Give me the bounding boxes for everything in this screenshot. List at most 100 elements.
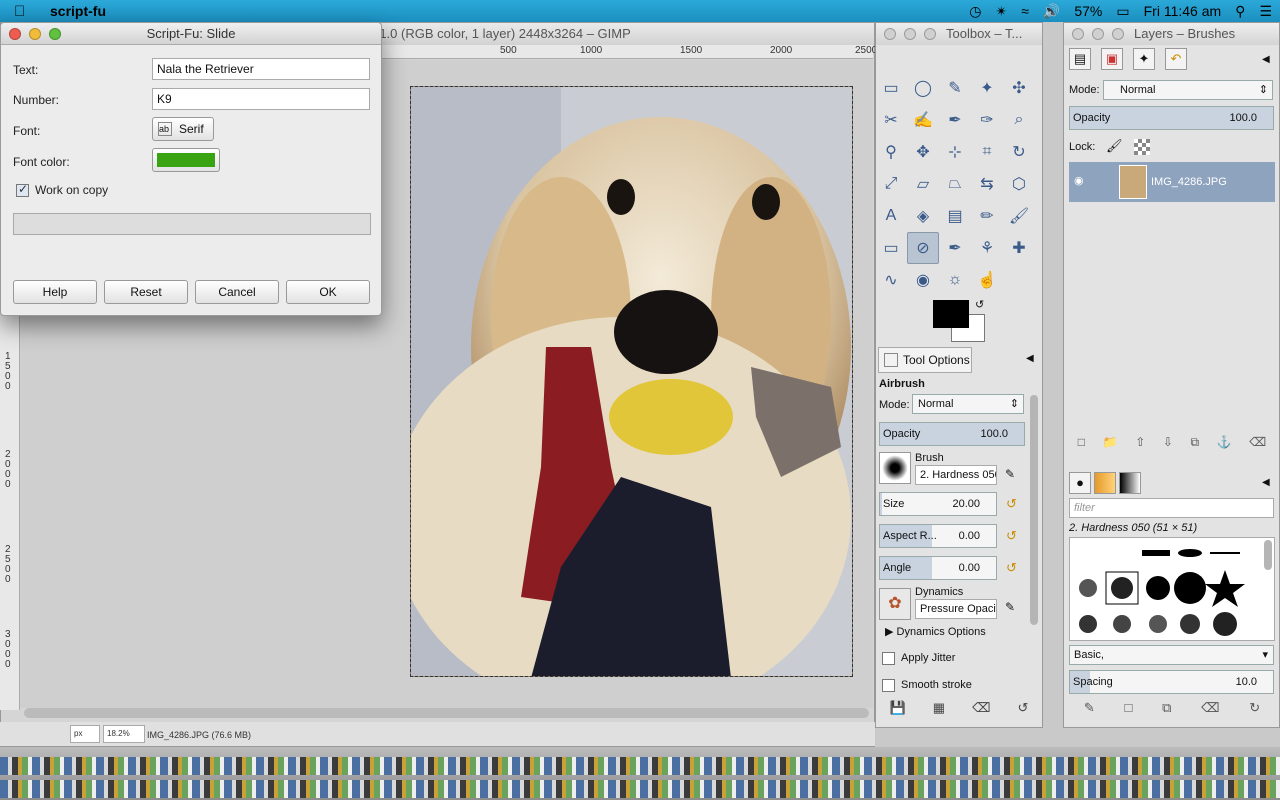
apple-icon[interactable]:  <box>14 3 36 20</box>
rect-select-tool-icon[interactable]: ▭ <box>875 72 907 104</box>
duplicate-brush-icon[interactable]: ⧉ <box>1162 700 1171 722</box>
lock-pixels-icon[interactable]: 🖌 <box>1106 138 1123 154</box>
bucket-fill-tool-icon[interactable]: ◈ <box>907 200 939 232</box>
layers-tab-icon[interactable]: ▤ <box>1069 48 1091 70</box>
angle-slider[interactable]: Angle 0.00 <box>879 556 997 580</box>
edit-brush-icon[interactable]: ✎ <box>1084 700 1095 722</box>
edit-dynamics-icon[interactable]: ✎ <box>1005 600 1015 614</box>
align-tool-icon[interactable]: ⊹ <box>939 136 971 168</box>
measure-tool-icon[interactable]: ⚲ <box>875 136 907 168</box>
brush-scrollbar[interactable] <box>1264 540 1272 570</box>
ink-tool-icon[interactable]: ✒ <box>939 232 971 264</box>
shear-tool-icon[interactable]: ▱ <box>907 168 939 200</box>
close-button[interactable] <box>9 28 21 40</box>
tool-options-scrollbar[interactable] <box>1030 395 1038 625</box>
panel-menu-icon[interactable]: ◀ <box>1026 353 1034 364</box>
brushes-tab-icon[interactable]: ● <box>1069 472 1091 494</box>
zoom-select[interactable]: 18.2% <box>103 725 145 743</box>
paths-tab-icon[interactable]: ✦ <box>1133 48 1155 70</box>
close-button[interactable] <box>1072 28 1084 40</box>
close-button[interactable] <box>884 28 896 40</box>
clone-tool-icon[interactable]: ⚘ <box>971 232 1003 264</box>
channels-tab-icon[interactable]: ▣ <box>1101 48 1123 70</box>
new-layer-icon[interactable]: □ <box>1078 435 1085 457</box>
font-button[interactable]: ab Serif <box>152 117 214 141</box>
delete-layer-icon[interactable]: ⌫ <box>1249 435 1266 457</box>
crop-tool-icon[interactable]: ⌗ <box>971 136 1003 168</box>
layer-mode-select[interactable]: Normal ⇕ <box>1103 80 1273 100</box>
save-options-icon[interactable]: 💾 <box>890 700 906 722</box>
fuzzy-select-tool-icon[interactable]: ✦ <box>971 72 1003 104</box>
patterns-tab-icon[interactable] <box>1094 472 1116 494</box>
move-tool-icon[interactable]: ✥ <box>907 136 939 168</box>
dynamics-field[interactable]: Pressure Opacit <box>915 599 997 619</box>
battery-percent[interactable]: 57% <box>1074 3 1102 19</box>
lock-alpha-icon[interactable] <box>1134 139 1150 155</box>
minimize-button[interactable] <box>29 28 41 40</box>
unit-select[interactable]: px <box>70 725 100 743</box>
brush-filter-input[interactable]: filter <box>1069 498 1274 518</box>
help-button[interactable]: Help <box>13 280 97 304</box>
layers-titlebar[interactable]: Layers – Brushes <box>1064 23 1279 45</box>
panel-menu-icon[interactable]: ◀ <box>1262 477 1270 488</box>
edit-brush-icon[interactable]: ✎ <box>1005 467 1015 481</box>
zoom-button[interactable] <box>924 28 936 40</box>
spacing-slider[interactable]: Spacing 10.0 <box>1069 670 1274 694</box>
size-slider[interactable]: Size 20.00 <box>879 492 997 516</box>
foreground-select-tool-icon[interactable]: ✍ <box>907 104 939 136</box>
free-select-tool-icon[interactable]: ✎ <box>939 72 971 104</box>
brush-set-select[interactable]: Basic, ▾ <box>1069 645 1274 665</box>
duplicate-layer-icon[interactable]: ⧉ <box>1191 435 1200 457</box>
reset-angle-icon[interactable]: ↺ <box>1006 560 1017 576</box>
zoom-button[interactable] <box>1112 28 1124 40</box>
gradients-tab-icon[interactable] <box>1119 472 1141 494</box>
delete-options-icon[interactable]: ⌫ <box>972 700 990 722</box>
pencil-tool-icon[interactable]: ✏ <box>971 200 1003 232</box>
work-on-copy-checkbox[interactable]: ✓ <box>16 182 29 197</box>
text-field[interactable]: Nala the Retriever <box>152 58 370 80</box>
dialog-titlebar[interactable]: Script-Fu: Slide <box>1 23 381 45</box>
cage-tool-icon[interactable]: ⬡ <box>1003 168 1035 200</box>
aspect-ratio-slider[interactable]: Aspect R... 0.00 <box>879 524 997 548</box>
smudge-tool-icon[interactable]: ∿ <box>875 264 907 296</box>
smudge-finger-tool-icon[interactable]: ☝ <box>971 264 1003 296</box>
scale-tool-icon[interactable]: ⤢ <box>875 168 907 200</box>
app-name-menu[interactable]: script-fu <box>50 3 106 19</box>
rotate-tool-icon[interactable]: ↻ <box>1003 136 1035 168</box>
paintbrush-tool-icon[interactable]: 🖌 <box>1003 200 1035 232</box>
notification-icon[interactable]: ☰ <box>1259 3 1272 20</box>
smooth-stroke-checkbox[interactable] <box>882 679 895 692</box>
lower-layer-icon[interactable]: ⇩ <box>1163 435 1173 457</box>
volume-icon[interactable]: 🔊 <box>1043 3 1060 20</box>
apply-jitter-checkbox[interactable] <box>882 652 895 665</box>
foreground-color-swatch[interactable] <box>933 300 969 328</box>
heal-tool-icon[interactable]: ✚ <box>1003 232 1035 264</box>
brush-field[interactable]: 2. Hardness 050 <box>915 465 997 485</box>
minimize-button[interactable] <box>904 28 916 40</box>
dynamics-options-expander[interactable]: ▶ Dynamics Options <box>885 625 986 638</box>
visibility-eye-icon[interactable]: ◉ <box>1074 174 1084 187</box>
dodge-tool-icon[interactable]: ☼ <box>939 264 971 296</box>
bluetooth-icon[interactable]: ✴ <box>996 3 1008 20</box>
ok-button[interactable]: OK <box>286 280 370 304</box>
tab-tool-options[interactable]: Tool Options <box>878 347 972 373</box>
new-layer-group-icon[interactable]: 📁 <box>1103 435 1118 457</box>
number-field[interactable]: K9 <box>152 88 370 110</box>
swap-colors-icon[interactable]: ↺ <box>975 298 984 311</box>
blend-tool-icon[interactable]: ▤ <box>939 200 971 232</box>
reset-size-icon[interactable]: ↺ <box>1006 496 1017 512</box>
new-brush-icon[interactable]: □ <box>1124 700 1132 722</box>
layer-name[interactable]: IMG_4286.JPG <box>1151 176 1227 188</box>
brush-grid[interactable] <box>1069 537 1275 641</box>
dock-apps-row[interactable] <box>0 780 1280 798</box>
zoom-button[interactable] <box>49 28 61 40</box>
paths-tool-icon[interactable]: ✒ <box>939 104 971 136</box>
ellipse-select-tool-icon[interactable]: ◯ <box>907 72 939 104</box>
battery-icon[interactable]: ▭ <box>1116 3 1129 20</box>
dynamics-icon[interactable]: ✿ <box>879 588 911 620</box>
select-by-color-tool-icon[interactable]: ✣ <box>1003 72 1035 104</box>
raise-layer-icon[interactable]: ⇧ <box>1135 435 1145 457</box>
font-color-button[interactable] <box>152 148 220 172</box>
reset-aspect-icon[interactable]: ↺ <box>1006 528 1017 544</box>
layer-row[interactable]: ◉ IMG_4286.JPG <box>1069 162 1275 202</box>
